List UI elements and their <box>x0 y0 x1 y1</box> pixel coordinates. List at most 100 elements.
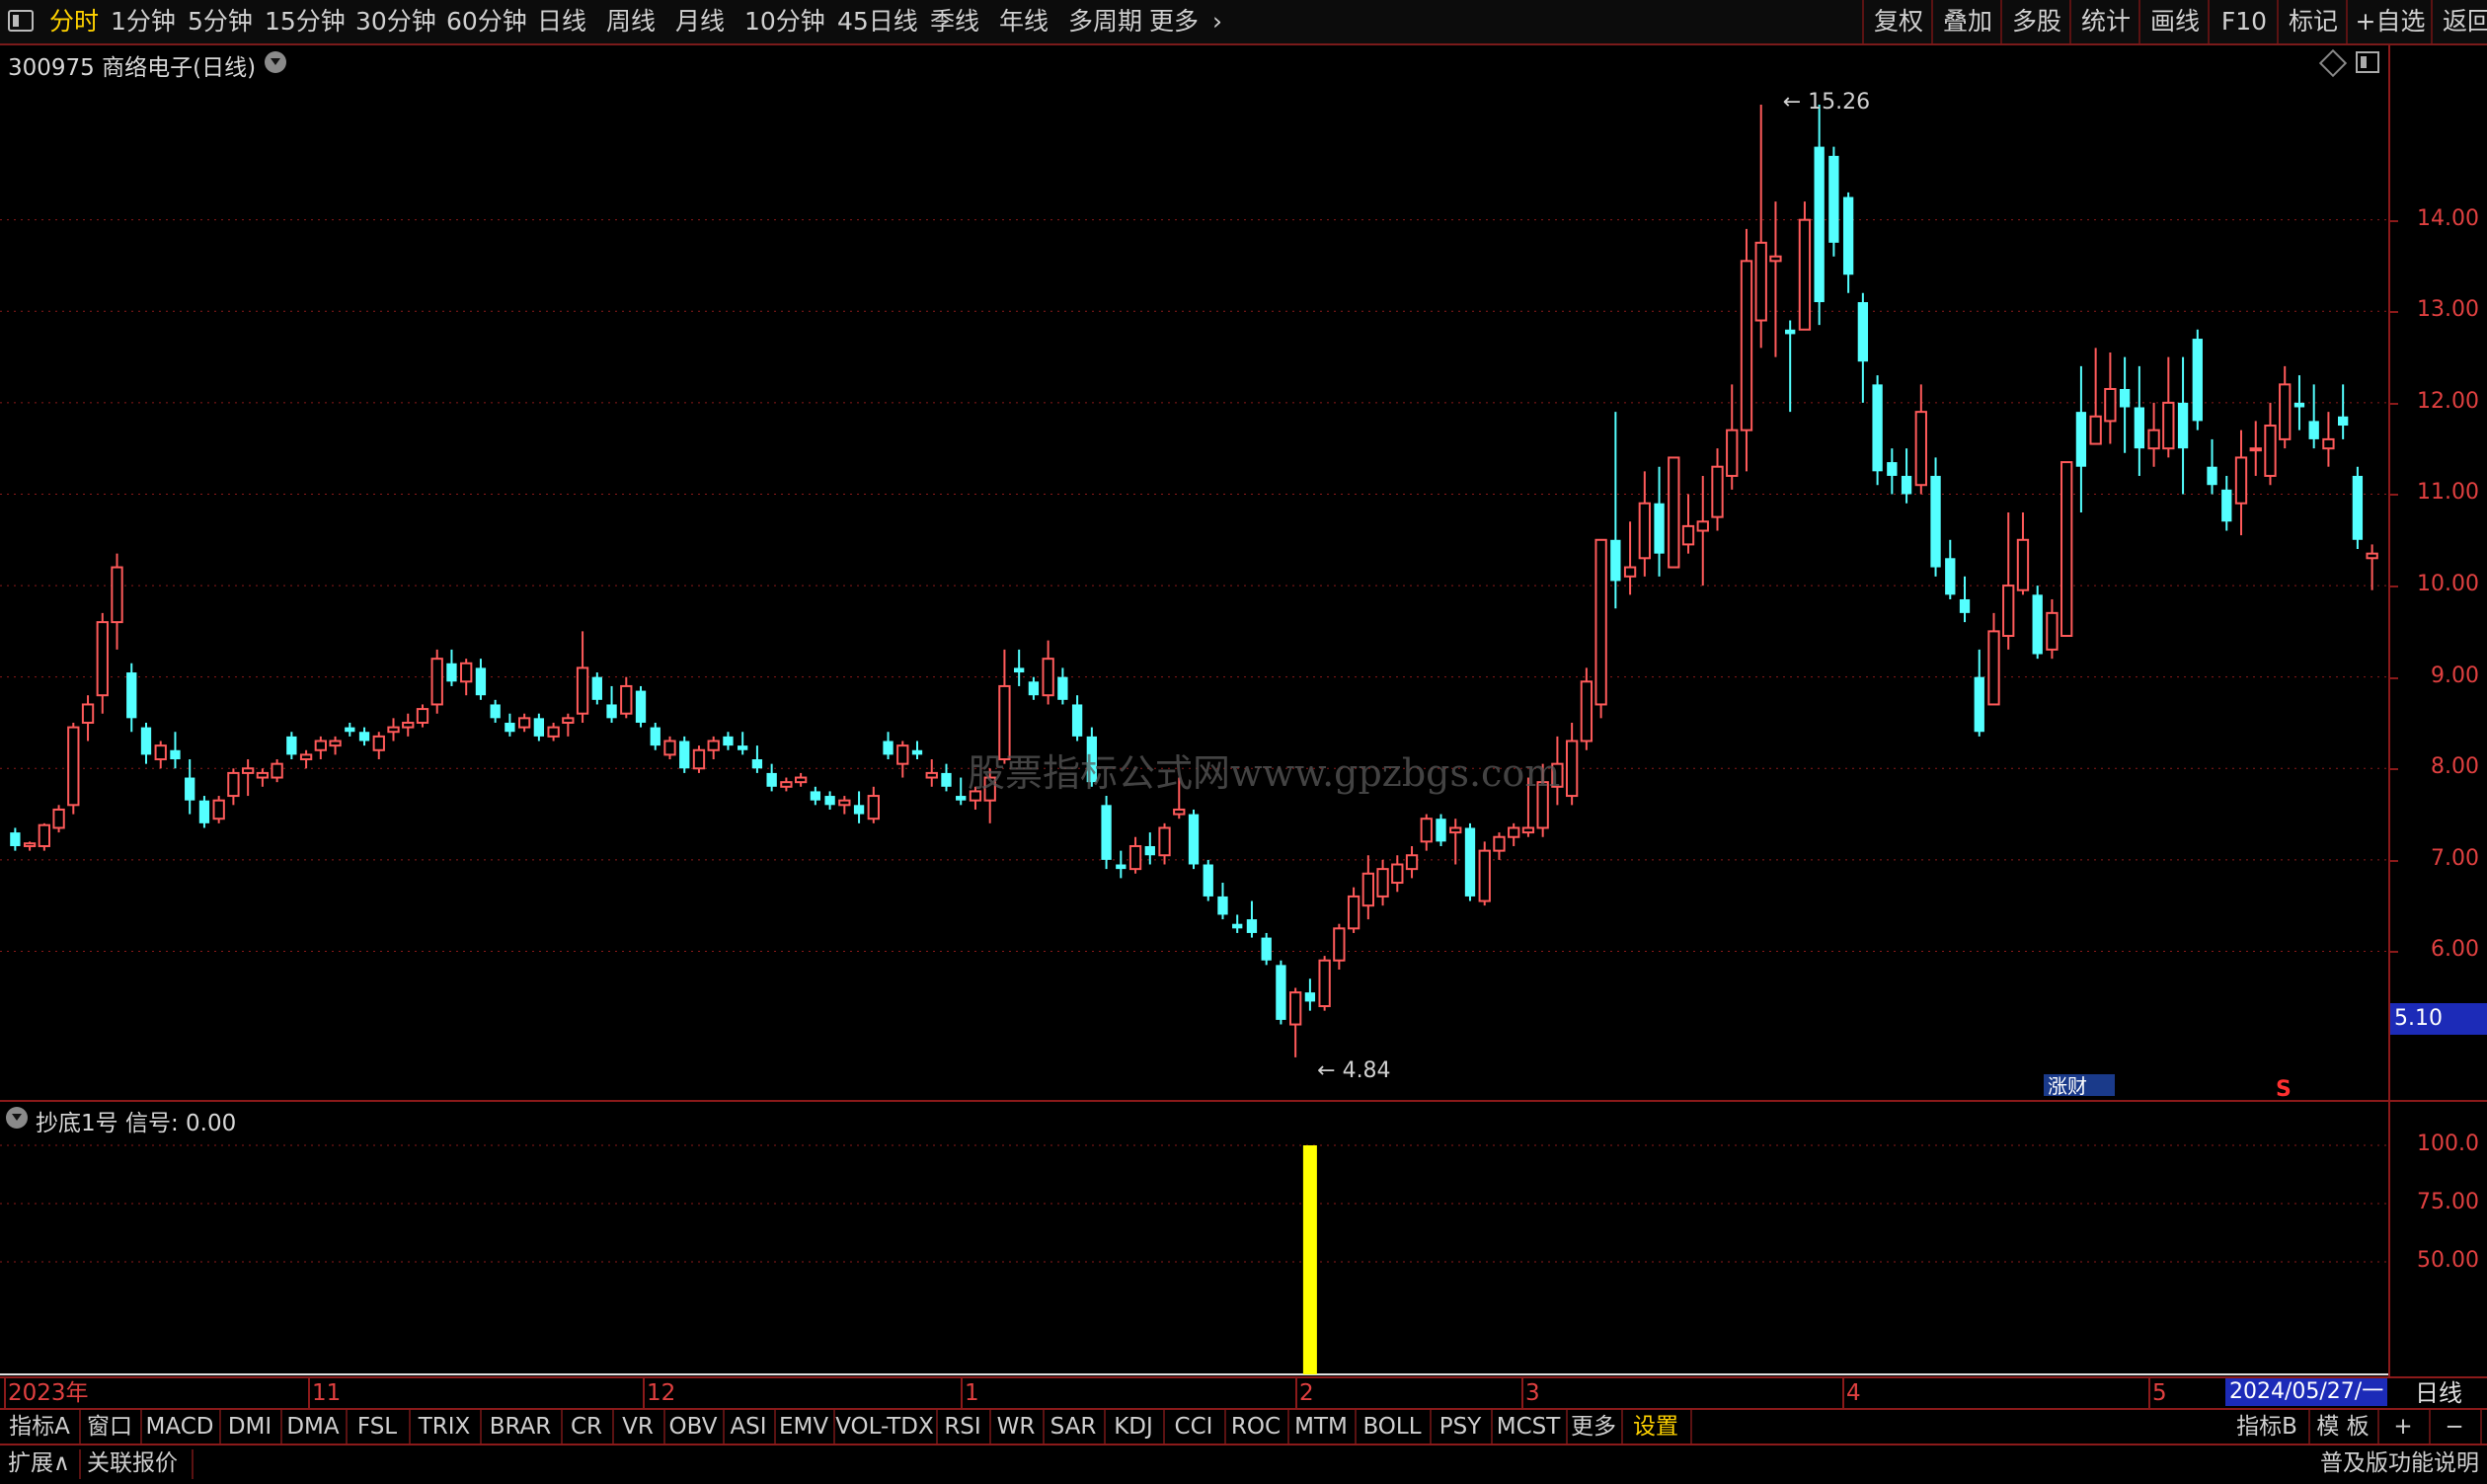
candle[interactable] <box>1028 676 1040 700</box>
period-13[interactable]: 多周期 <box>1068 0 1142 43</box>
indicator-tab-0[interactable]: 指标A <box>0 1410 81 1444</box>
candle[interactable] <box>387 718 400 742</box>
candle[interactable] <box>620 676 633 719</box>
candle[interactable] <box>1318 956 1331 1011</box>
candle[interactable] <box>692 745 706 773</box>
candle[interactable] <box>198 796 210 828</box>
candle[interactable] <box>329 736 342 755</box>
candle[interactable] <box>416 704 429 728</box>
period-14[interactable]: 更多 <box>1149 0 1199 43</box>
candle[interactable] <box>1508 822 1520 846</box>
candle[interactable] <box>1638 471 1651 577</box>
toolbar-button-6[interactable]: 标记 <box>2277 0 2348 43</box>
candle[interactable] <box>2352 466 2364 550</box>
period-11[interactable]: 季线 <box>930 0 979 43</box>
toolbar-button-0[interactable]: 复权 <box>1862 0 1933 43</box>
toolbar-button-5[interactable]: F10 <box>2208 0 2279 43</box>
period-2[interactable]: 5分钟 <box>188 0 253 43</box>
indicator-right-tab-0[interactable]: 指标B <box>2225 1410 2310 1444</box>
period-12[interactable]: 年线 <box>999 0 1049 43</box>
toolbar-button-8[interactable]: 返回 <box>2431 0 2487 43</box>
candle[interactable] <box>475 659 487 700</box>
candle[interactable] <box>1623 521 1637 595</box>
candle[interactable] <box>140 722 152 764</box>
candle[interactable] <box>1696 475 1709 586</box>
candle[interactable] <box>810 786 821 806</box>
candle[interactable] <box>430 649 443 714</box>
panel-toggle-icon[interactable] <box>2356 51 2379 73</box>
toolbar-button-1[interactable]: 叠加 <box>1931 0 2002 43</box>
candle[interactable] <box>241 759 255 797</box>
candle[interactable] <box>490 699 501 723</box>
indicator-chart[interactable] <box>0 1102 2388 1376</box>
candle[interactable] <box>1232 914 1243 933</box>
period-9[interactable]: 10分钟 <box>744 0 825 43</box>
candle[interactable] <box>1246 900 1258 938</box>
candle[interactable] <box>256 768 270 787</box>
candle[interactable] <box>1493 832 1506 860</box>
candle[interactable] <box>154 741 167 769</box>
candle[interactable] <box>2264 402 2277 486</box>
candle[interactable] <box>1740 228 1753 472</box>
candle[interactable] <box>1785 320 1796 413</box>
indicator-tab-25[interactable]: 设置 <box>1621 1410 1692 1444</box>
indicator-right-tab-3[interactable]: − <box>2429 1410 2482 1444</box>
candle[interactable] <box>1144 832 1155 865</box>
period-4[interactable]: 30分钟 <box>355 0 436 43</box>
toolbar-button-2[interactable]: 多股 <box>2000 0 2071 43</box>
candle[interactable] <box>2032 586 2043 660</box>
candle[interactable] <box>650 722 661 750</box>
candle[interactable] <box>867 786 880 823</box>
candle[interactable] <box>1347 887 1360 933</box>
candle[interactable] <box>81 695 95 742</box>
candle[interactable] <box>1071 695 1083 742</box>
candle[interactable] <box>679 736 690 773</box>
candle[interactable] <box>1945 539 1956 599</box>
candle[interactable] <box>1158 822 1171 865</box>
candle[interactable] <box>505 713 515 737</box>
period-10[interactable]: 45日线 <box>837 0 918 43</box>
candle[interactable] <box>38 822 50 851</box>
candle[interactable] <box>635 685 647 728</box>
candle[interactable] <box>1333 923 1346 970</box>
period-6[interactable]: 日线 <box>537 0 586 43</box>
candle[interactable] <box>562 713 575 737</box>
candle[interactable] <box>1217 883 1228 920</box>
candle[interactable] <box>1565 722 1579 806</box>
candle[interactable] <box>1014 649 1025 686</box>
candle[interactable] <box>2338 384 2349 439</box>
candle[interactable] <box>1828 146 1839 257</box>
candle[interactable] <box>853 791 865 823</box>
candle[interactable] <box>2104 351 2117 444</box>
candle[interactable] <box>707 736 720 760</box>
candle[interactable] <box>2322 412 2335 467</box>
candle[interactable] <box>2308 384 2319 449</box>
indicator-tab-18[interactable]: CCI <box>1163 1410 1226 1444</box>
toolbar-button-3[interactable]: 统计 <box>2069 0 2140 43</box>
indicator-tab-6[interactable]: TRIX <box>409 1410 482 1444</box>
candle[interactable] <box>2016 511 2030 595</box>
period-0[interactable]: 分时 <box>49 0 99 43</box>
candle[interactable] <box>1478 841 1491 906</box>
candle[interactable] <box>1594 538 1607 719</box>
indicator-right-tab-1[interactable]: 模 板 <box>2308 1410 2379 1444</box>
candle[interactable] <box>738 732 748 755</box>
candle[interactable] <box>1391 855 1404 893</box>
candle[interactable] <box>67 722 80 815</box>
candle[interactable] <box>2192 329 2203 430</box>
candle[interactable] <box>723 732 734 750</box>
candle[interactable] <box>1842 192 1854 293</box>
candle[interactable] <box>2060 461 2073 638</box>
candle[interactable] <box>1101 796 1112 870</box>
indicator-tab-1[interactable]: 窗口 <box>79 1410 142 1444</box>
candle[interactable] <box>126 663 137 733</box>
candle[interactable] <box>170 732 181 769</box>
candle[interactable] <box>1610 412 1621 609</box>
news-badge[interactable]: 涨财 <box>2044 1074 2115 1098</box>
candle[interactable] <box>2207 438 2217 495</box>
candle[interactable] <box>1754 105 1767 349</box>
candle[interactable] <box>1798 201 1812 331</box>
candle[interactable] <box>2002 511 2015 650</box>
indicator-tab-2[interactable]: MACD <box>140 1410 221 1444</box>
candle[interactable] <box>1987 612 2000 706</box>
